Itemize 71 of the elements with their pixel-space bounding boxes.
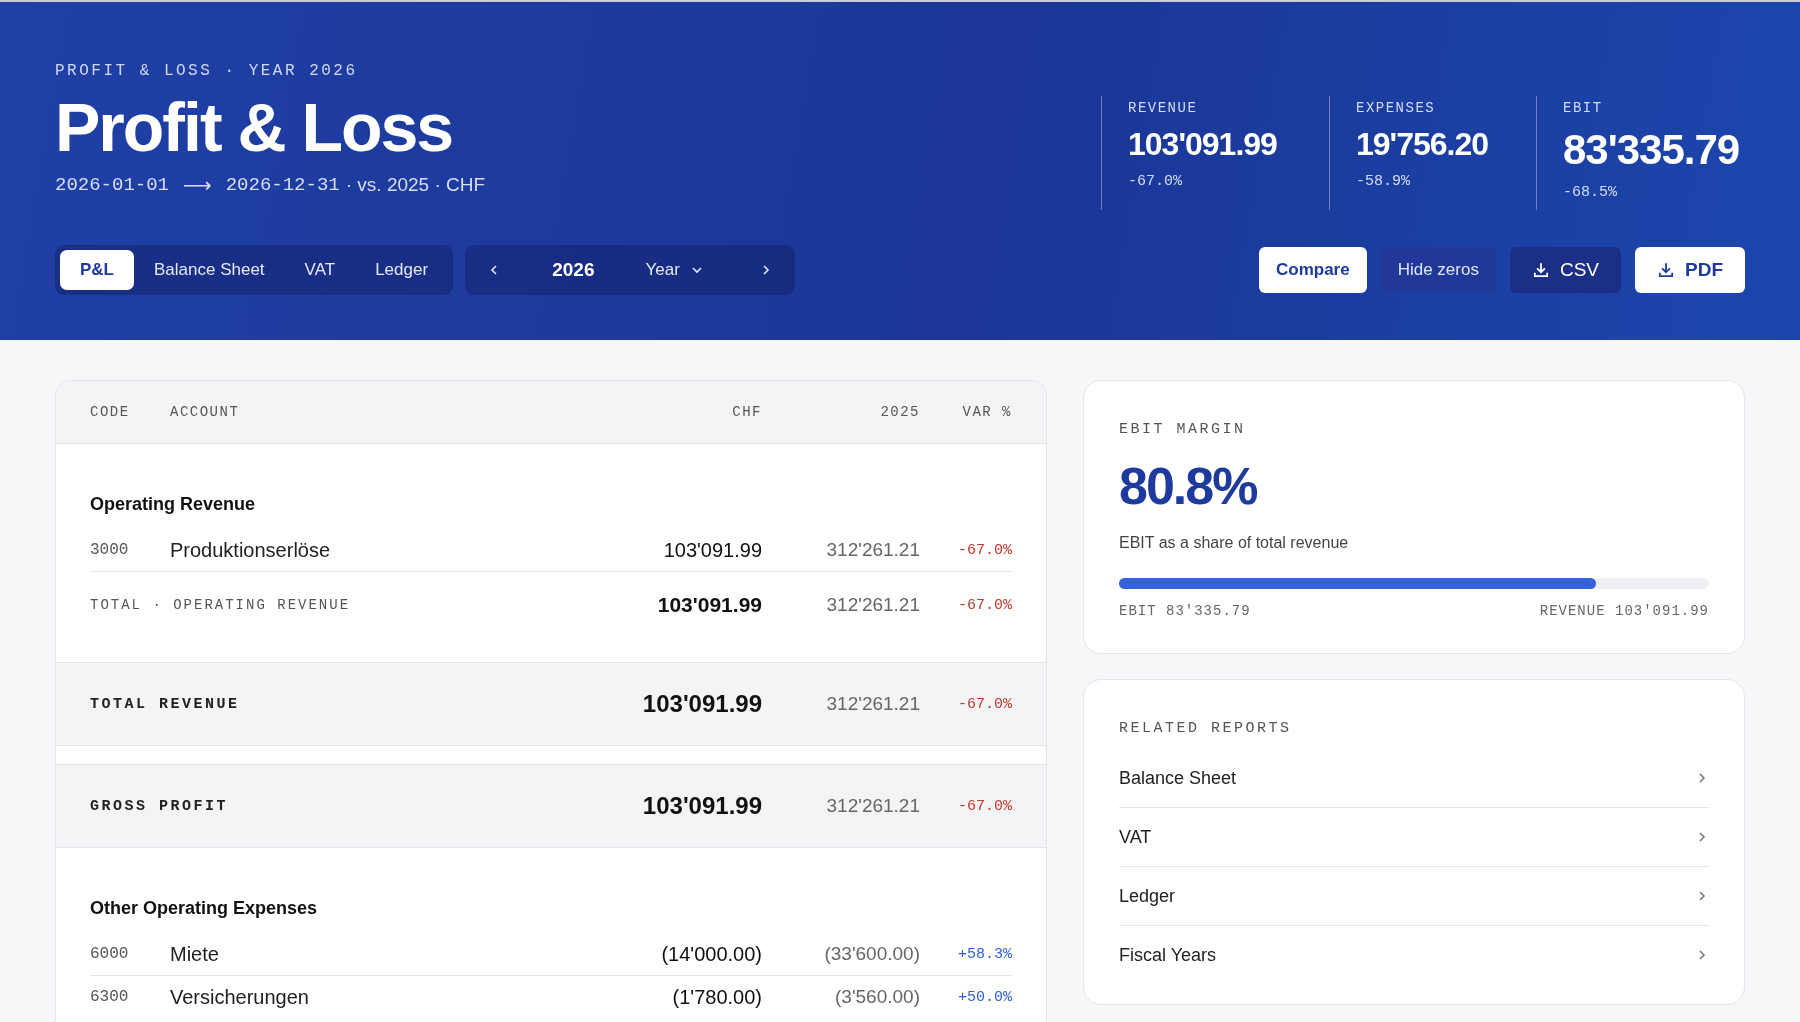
column-header: VAR %: [961, 404, 1012, 420]
start-date: 2026-01-01: [55, 174, 170, 197]
card-title: EBIT MARGIN: [1119, 421, 1247, 438]
download-button[interactable]: PDF: [1635, 247, 1745, 293]
table-cell-text: (1'780.00): [671, 985, 762, 1009]
ebit-label: EBIT 83'335.79: [1119, 603, 1251, 619]
stat-change: -68.5%: [1563, 184, 1618, 201]
download-icon: [1657, 261, 1675, 279]
granularity-dropdown[interactable]: Year: [641, 256, 708, 284]
account-name: Produktionserlöse: [170, 538, 332, 562]
arrow-glyph: ⟶: [183, 173, 212, 198]
table-cell-text: 103'091.99: [641, 690, 762, 718]
table-cell-text: 103'091.99: [662, 538, 762, 562]
stat-value: 103'091.99: [1128, 126, 1278, 163]
stat-label: EXPENSES: [1356, 100, 1437, 116]
breadcrumb-label: PROFIT & LOSS · YEAR 2026: [55, 62, 359, 80]
variance-cell-text: -67.0%: [957, 541, 1012, 559]
end-date: 2026-12-31: [225, 174, 340, 197]
total-label: GROSS PROFIT: [90, 797, 230, 815]
table-cell-text: (33'600.00): [823, 943, 920, 965]
table-cell-text: 312'261.21: [825, 594, 920, 616]
column-header: CODE: [90, 404, 131, 420]
variance-cell-text: -67.0%: [957, 596, 1012, 614]
stat-change: -58.9%: [1356, 173, 1411, 190]
stat-change: -67.0%: [1128, 173, 1183, 190]
action-button[interactable]: Compare: [1258, 247, 1367, 293]
revenue-label: REVENUE 103'091.99: [1539, 603, 1709, 619]
report-link[interactable]: Ledger: [1119, 867, 1709, 926]
variance-cell-text: +50.0%: [957, 988, 1012, 1006]
table-cell-text: 103'091.99: [656, 593, 762, 617]
column-header: ACCOUNT: [170, 404, 241, 420]
table-cell-text: 103'091.99: [641, 792, 762, 820]
card-title: RELATED REPORTS: [1119, 720, 1293, 737]
tab[interactable]: Ledger: [355, 250, 449, 290]
stat-value: 19'756.20: [1356, 126, 1490, 163]
column-header: 2025: [879, 404, 920, 420]
table-cell-text: 312'261.21: [825, 795, 920, 817]
margin-value: 80.8%: [1119, 456, 1258, 516]
tab[interactable]: Balance Sheet: [134, 250, 285, 290]
total-label: TOTAL REVENUE: [90, 695, 241, 713]
account-code: 3000: [90, 541, 130, 559]
section-heading: Other Operating Expenses: [90, 898, 319, 919]
margin-caption: EBIT as a share of total revenue: [1119, 534, 1350, 552]
year-label: 2026: [552, 259, 595, 281]
table-cell-text: 312'261.21: [825, 693, 920, 715]
report-link[interactable]: VAT: [1119, 808, 1709, 867]
account-name: Miete: [170, 942, 220, 966]
stat-label: EBIT: [1563, 100, 1604, 116]
section-heading: Operating Revenue: [90, 494, 257, 515]
report-link[interactable]: Fiscal Years: [1119, 926, 1709, 984]
account-code: 6000: [90, 945, 130, 963]
page-title: Profit & Loss: [55, 92, 454, 164]
variance-cell-text: +58.3%: [957, 945, 1012, 963]
table-cell-text: (14'000.00): [660, 942, 762, 966]
tab[interactable]: VAT: [284, 250, 356, 290]
stat-value: 83'335.79: [1563, 126, 1741, 174]
variance-cell-text: -67.0%: [957, 797, 1012, 815]
column-header: CHF: [731, 404, 762, 420]
table-cell-text: 312'261.21: [825, 539, 920, 561]
download-button[interactable]: CSV: [1509, 247, 1621, 293]
report-link[interactable]: Balance Sheet: [1119, 749, 1709, 808]
account-name: Versicherungen: [170, 985, 310, 1009]
tab[interactable]: P&L: [60, 250, 134, 290]
download-icon: [1531, 261, 1550, 279]
subtotal-label: TOTAL · OPERATING REVENUE: [90, 597, 352, 613]
period-details: · vs. 2025 · CHF: [345, 174, 486, 197]
table-cell-text: (3'560.00): [834, 986, 920, 1008]
account-code: 6300: [90, 988, 130, 1006]
action-button[interactable]: Hide zeros: [1380, 247, 1496, 293]
stat-label: REVENUE: [1128, 100, 1199, 116]
variance-cell-text: -67.0%: [957, 695, 1012, 713]
